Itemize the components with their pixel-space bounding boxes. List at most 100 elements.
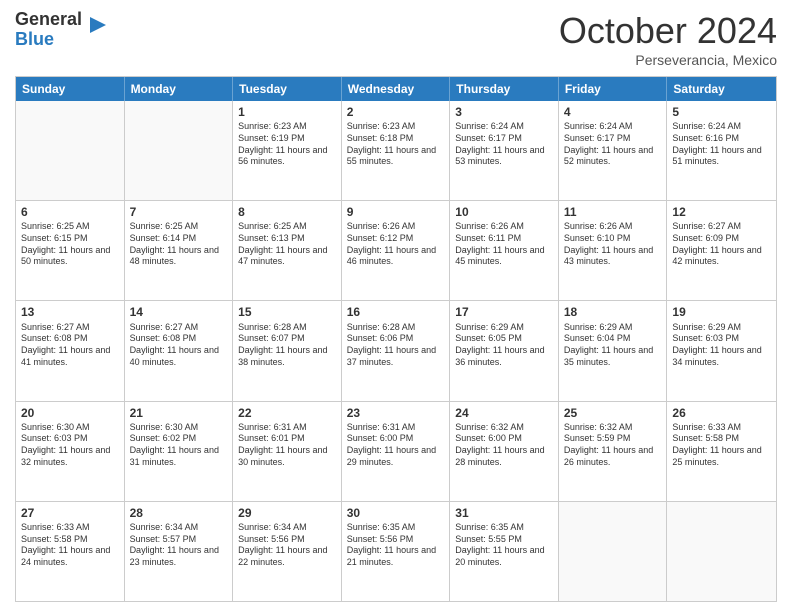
- calendar-cell: 20Sunrise: 6:30 AM Sunset: 6:03 PM Dayli…: [16, 402, 125, 501]
- day-number: 9: [347, 204, 445, 220]
- calendar-cell: 15Sunrise: 6:28 AM Sunset: 6:07 PM Dayli…: [233, 301, 342, 400]
- cell-info: Sunrise: 6:30 AM Sunset: 6:03 PM Dayligh…: [21, 422, 119, 469]
- cell-info: Sunrise: 6:32 AM Sunset: 6:00 PM Dayligh…: [455, 422, 553, 469]
- calendar-cell: 18 Sunrise: 6:29 AM Sunset: 6:04 PM Dayli…: [559, 301, 668, 400]
- cell-info: Sunrise: 6:24 AM Sunset: 6:17 PM Dayligh…: [455, 121, 553, 168]
- header: General Blue October 2024 Perseverancia,…: [15, 10, 777, 68]
- header-day-wednesday: Wednesday: [342, 77, 451, 101]
- day-number: 19: [672, 304, 771, 320]
- calendar-cell: [125, 101, 234, 200]
- day-number: 2: [347, 104, 445, 120]
- day-number: 8: [238, 204, 336, 220]
- title-area: October 2024 Perseverancia, Mexico: [559, 10, 777, 68]
- cell-info: Sunrise: 6:23 AM Sunset: 6:19 PM Dayligh…: [238, 121, 336, 168]
- day-number: 24: [455, 405, 553, 421]
- cell-info: Sunrise: 6:33 AM Sunset: 5:58 PM Dayligh…: [672, 422, 771, 469]
- calendar-cell: 8Sunrise: 6:25 AM Sunset: 6:13 PM Daylig…: [233, 201, 342, 300]
- day-number: 26: [672, 405, 771, 421]
- logo-blue: Blue: [15, 30, 82, 50]
- calendar-cell: 10Sunrise: 6:26 AM Sunset: 6:11 PM Dayli…: [450, 201, 559, 300]
- cell-info: Sunrise: 6:24 AM Sunset: 6:17 PM Dayligh…: [564, 121, 662, 168]
- cell-info: Sunrise: 6:34 AM Sunset: 5:56 PM Dayligh…: [238, 522, 336, 569]
- calendar-cell: [16, 101, 125, 200]
- header-day-sunday: Sunday: [16, 77, 125, 101]
- day-number: 27: [21, 505, 119, 521]
- header-day-saturday: Saturday: [667, 77, 776, 101]
- calendar-cell: [559, 502, 668, 601]
- day-number: 30: [347, 505, 445, 521]
- cell-info: Sunrise: 6:29 AM Sunset: 6:04 PM Dayligh…: [564, 322, 662, 369]
- calendar-cell: 2Sunrise: 6:23 AM Sunset: 6:18 PM Daylig…: [342, 101, 451, 200]
- subtitle: Perseverancia, Mexico: [559, 52, 777, 68]
- day-number: 23: [347, 405, 445, 421]
- day-number: 21: [130, 405, 228, 421]
- day-number: 14: [130, 304, 228, 320]
- calendar-cell: 19 Sunrise: 6:29 AM Sunset: 6:03 PM Dayli…: [667, 301, 776, 400]
- calendar-week-3: 20Sunrise: 6:30 AM Sunset: 6:03 PM Dayli…: [16, 402, 776, 502]
- cell-info: Sunrise: 6:29 AM Sunset: 6:03 PM Dayligh…: [672, 322, 771, 369]
- cell-info: Sunrise: 6:25 AM Sunset: 6:14 PM Dayligh…: [130, 221, 228, 268]
- cell-info: Sunrise: 6:27 AM Sunset: 6:08 PM Dayligh…: [130, 322, 228, 369]
- calendar-cell: 9Sunrise: 6:26 AM Sunset: 6:12 PM Daylig…: [342, 201, 451, 300]
- calendar-cell: 25Sunrise: 6:32 AM Sunset: 5:59 PM Dayli…: [559, 402, 668, 501]
- day-number: 12: [672, 204, 771, 220]
- day-number: 18: [564, 304, 662, 320]
- day-number: 31: [455, 505, 553, 521]
- cell-info: Sunrise: 6:26 AM Sunset: 6:11 PM Dayligh…: [455, 221, 553, 268]
- logo-icon: [86, 13, 110, 37]
- day-number: 28: [130, 505, 228, 521]
- calendar-cell: 23Sunrise: 6:31 AM Sunset: 6:00 PM Dayli…: [342, 402, 451, 501]
- day-number: 13: [21, 304, 119, 320]
- cell-info: Sunrise: 6:25 AM Sunset: 6:13 PM Dayligh…: [238, 221, 336, 268]
- cell-info: Sunrise: 6:31 AM Sunset: 6:01 PM Dayligh…: [238, 422, 336, 469]
- cell-info: Sunrise: 6:35 AM Sunset: 5:56 PM Dayligh…: [347, 522, 445, 569]
- calendar-cell: 6Sunrise: 6:25 AM Sunset: 6:15 PM Daylig…: [16, 201, 125, 300]
- cell-info: Sunrise: 6:33 AM Sunset: 5:58 PM Dayligh…: [21, 522, 119, 569]
- calendar-cell: 27Sunrise: 6:33 AM Sunset: 5:58 PM Dayli…: [16, 502, 125, 601]
- calendar-week-1: 6Sunrise: 6:25 AM Sunset: 6:15 PM Daylig…: [16, 201, 776, 301]
- day-number: 15: [238, 304, 336, 320]
- calendar-cell: 5Sunrise: 6:24 AM Sunset: 6:16 PM Daylig…: [667, 101, 776, 200]
- calendar-cell: 28Sunrise: 6:34 AM Sunset: 5:57 PM Dayli…: [125, 502, 234, 601]
- cell-info: Sunrise: 6:26 AM Sunset: 6:12 PM Dayligh…: [347, 221, 445, 268]
- day-number: 5: [672, 104, 771, 120]
- calendar-cell: 30Sunrise: 6:35 AM Sunset: 5:56 PM Dayli…: [342, 502, 451, 601]
- day-number: 1: [238, 104, 336, 120]
- calendar-cell: 4Sunrise: 6:24 AM Sunset: 6:17 PM Daylig…: [559, 101, 668, 200]
- cell-info: Sunrise: 6:28 AM Sunset: 6:06 PM Dayligh…: [347, 322, 445, 369]
- cell-info: Sunrise: 6:32 AM Sunset: 5:59 PM Dayligh…: [564, 422, 662, 469]
- cell-info: Sunrise: 6:27 AM Sunset: 6:09 PM Dayligh…: [672, 221, 771, 268]
- day-number: 11: [564, 204, 662, 220]
- cell-info: Sunrise: 6:34 AM Sunset: 5:57 PM Dayligh…: [130, 522, 228, 569]
- cell-info: Sunrise: 6:29 AM Sunset: 6:05 PM Dayligh…: [455, 322, 553, 369]
- calendar-cell: 21Sunrise: 6:30 AM Sunset: 6:02 PM Dayli…: [125, 402, 234, 501]
- calendar-cell: 1Sunrise: 6:23 AM Sunset: 6:19 PM Daylig…: [233, 101, 342, 200]
- cell-info: Sunrise: 6:27 AM Sunset: 6:08 PM Dayligh…: [21, 322, 119, 369]
- cell-info: Sunrise: 6:25 AM Sunset: 6:15 PM Dayligh…: [21, 221, 119, 268]
- day-number: 20: [21, 405, 119, 421]
- calendar-cell: 24Sunrise: 6:32 AM Sunset: 6:00 PM Dayli…: [450, 402, 559, 501]
- day-number: 4: [564, 104, 662, 120]
- calendar: SundayMondayTuesdayWednesdayThursdayFrid…: [15, 76, 777, 602]
- header-day-thursday: Thursday: [450, 77, 559, 101]
- calendar-cell: 26Sunrise: 6:33 AM Sunset: 5:58 PM Dayli…: [667, 402, 776, 501]
- logo: General Blue: [15, 10, 110, 50]
- calendar-week-0: 1Sunrise: 6:23 AM Sunset: 6:19 PM Daylig…: [16, 101, 776, 201]
- day-number: 10: [455, 204, 553, 220]
- calendar-cell: 13 Sunrise: 6:27 AM Sunset: 6:08 PM Dayli…: [16, 301, 125, 400]
- calendar-cell: 31Sunrise: 6:35 AM Sunset: 5:55 PM Dayli…: [450, 502, 559, 601]
- cell-info: Sunrise: 6:35 AM Sunset: 5:55 PM Dayligh…: [455, 522, 553, 569]
- calendar-cell: 29Sunrise: 6:34 AM Sunset: 5:56 PM Dayli…: [233, 502, 342, 601]
- day-number: 7: [130, 204, 228, 220]
- calendar-cell: 11Sunrise: 6:26 AM Sunset: 6:10 PM Dayli…: [559, 201, 668, 300]
- day-number: 22: [238, 405, 336, 421]
- cell-info: Sunrise: 6:24 AM Sunset: 6:16 PM Dayligh…: [672, 121, 771, 168]
- cell-info: Sunrise: 6:23 AM Sunset: 6:18 PM Dayligh…: [347, 121, 445, 168]
- calendar-body: 1Sunrise: 6:23 AM Sunset: 6:19 PM Daylig…: [16, 101, 776, 601]
- day-number: 3: [455, 104, 553, 120]
- calendar-week-4: 27Sunrise: 6:33 AM Sunset: 5:58 PM Dayli…: [16, 502, 776, 601]
- cell-info: Sunrise: 6:26 AM Sunset: 6:10 PM Dayligh…: [564, 221, 662, 268]
- calendar-cell: 7Sunrise: 6:25 AM Sunset: 6:14 PM Daylig…: [125, 201, 234, 300]
- calendar-cell: 14 Sunrise: 6:27 AM Sunset: 6:08 PM Dayli…: [125, 301, 234, 400]
- page: General Blue October 2024 Perseverancia,…: [0, 0, 792, 612]
